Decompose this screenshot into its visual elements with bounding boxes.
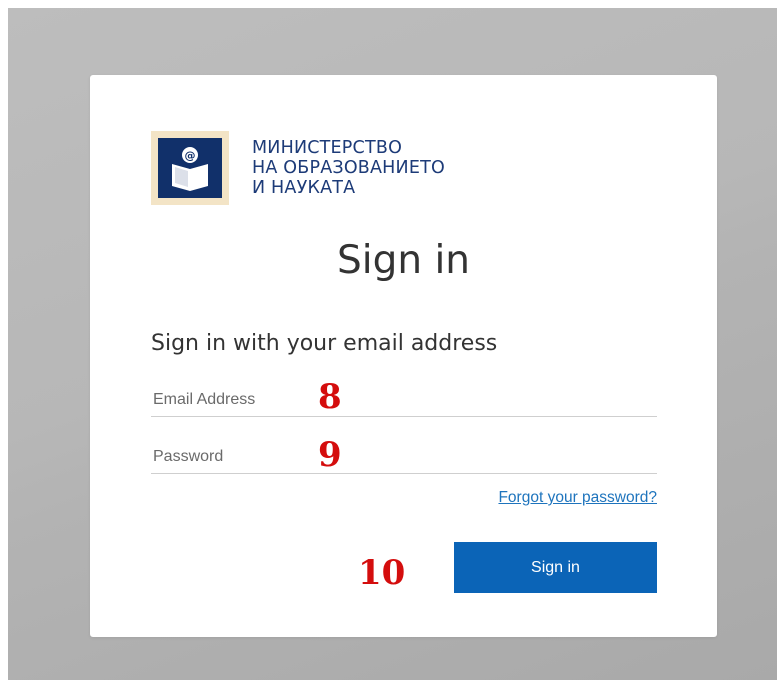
forgot-password-link[interactable]: Forgot your password? [467,489,657,507]
annotation-marker-8: 8 [318,377,342,417]
svg-text:@: @ [185,149,196,162]
ministry-name: МИНИСТЕРСТВО НА ОБРАЗОВАНИЕТО И НАУКАТА [252,138,445,198]
password-field[interactable] [151,440,657,474]
ministry-name-line-1: МИНИСТЕРСТВО [252,138,403,158]
ministry-logo: @ МИНИСТЕРСТВО НА ОБРАЗОВАНИЕТО И НАУКАТ… [151,131,445,205]
sign-in-button[interactable]: Sign in [454,542,657,593]
book-emblem-icon: @ [151,131,229,205]
page-background: @ МИНИСТЕРСТВО НА ОБРАЗОВАНИЕТО И НАУКАТ… [8,8,777,680]
page-title: Sign in [336,238,470,283]
annotation-marker-9: 9 [318,435,342,475]
email-field[interactable] [151,383,657,417]
annotation-marker-10: 10 [358,553,406,593]
ministry-name-line-3: И НАУКАТА [252,178,356,198]
sign-in-card: @ МИНИСТЕРСТВО НА ОБРАЗОВАНИЕТО И НАУКАТ… [90,75,717,637]
form-subtitle: Sign in with your email address [151,331,498,356]
ministry-name-line-2: НА ОБРАЗОВАНИЕТО [252,158,445,178]
